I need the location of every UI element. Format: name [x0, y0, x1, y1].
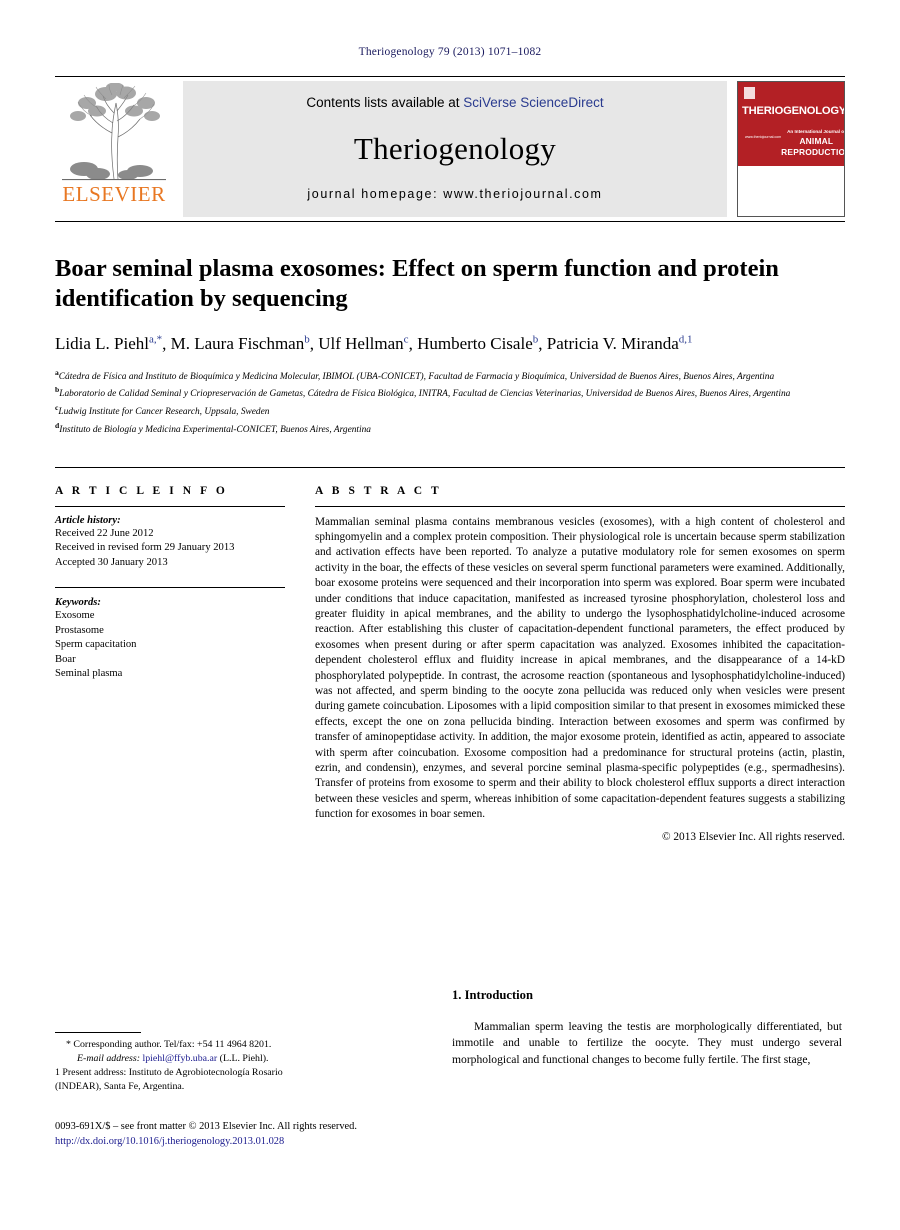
cover-subtitle: An International Journal of ANIMAL REPRO… — [781, 129, 845, 158]
introduction-section: 1. Introduction Mammalian sperm leaving … — [452, 988, 842, 1068]
cover-elsevier-mark-icon — [744, 87, 755, 99]
cover-subtitle-reproduction: REPRODUCTION — [781, 147, 845, 158]
contents-available-line: Contents lists available at SciVerse Sci… — [306, 95, 603, 110]
keyword-item[interactable]: Prostasome — [55, 624, 285, 639]
introduction-heading: 1. Introduction — [452, 988, 533, 1002]
affiliation-list: aCátedra de Física and Instituto de Bioq… — [55, 367, 845, 438]
author-entry[interactable]: Patricia V. Mirandad,1 — [546, 333, 693, 354]
front-matter-line: 0093-691X/$ – see front matter © 2013 El… — [55, 1121, 357, 1132]
abstract-heading: A B S T R A C T — [315, 484, 442, 497]
keywords-label: Keywords: — [55, 597, 101, 608]
elsevier-wordmark: ELSEVIER — [62, 182, 166, 206]
affiliation-item: dInstituto de Biología y Medicina Experi… — [55, 420, 845, 438]
journal-article-page: Theriogenology 79 (2013) 1071–1082 ELSEV… — [0, 0, 900, 1230]
author-affiliation-marks: b — [532, 333, 539, 346]
elsevier-tree-icon — [62, 83, 166, 183]
masthead-center: Contents lists available at SciVerse Sci… — [183, 81, 727, 217]
cover-red-band: THERIOGENOLOGY www.theriojournal.com An … — [738, 82, 844, 166]
keyword-item[interactable]: Exosome — [55, 609, 285, 624]
affiliation-text: Laboratorio de Calidad Seminal y Criopre… — [59, 389, 791, 400]
abstract-copyright: © 2013 Elsevier Inc. All rights reserved… — [661, 830, 845, 843]
affiliation-text: Cátedra de Física and Instituto de Bioqu… — [58, 371, 775, 382]
author-entry[interactable]: Ulf Hellmanc — [318, 333, 409, 354]
affiliation-item: cLudwig Institute for Cancer Research, U… — [55, 402, 845, 420]
abstract-text: Mammalian seminal plasma contains membra… — [315, 515, 845, 821]
author-name: Humberto Cisale — [417, 334, 533, 354]
cover-white-area — [738, 165, 844, 216]
article-info-heading: A R T I C L E I N F O — [55, 484, 228, 497]
article-history-revised: Received in revised form 29 January 2013 — [55, 542, 235, 553]
article-info-column: A R T I C L E I N F O Article history: R… — [55, 485, 303, 843]
article-history-label: Article history: — [55, 514, 121, 526]
email-label: E-mail address: — [77, 1053, 140, 1065]
doi-link[interactable]: http://dx.doi.org/10.1016/j.theriogenolo… — [55, 1135, 357, 1150]
footnotes: * Corresponding author. Tel/fax: +54 11 … — [55, 1032, 313, 1094]
email-owner: (L.L. Piehl). — [219, 1053, 269, 1065]
introduction-text: Mammalian sperm leaving the testis are m… — [452, 1020, 842, 1066]
journal-masthead: ELSEVIER Contents lists available at Sci… — [55, 76, 845, 222]
article-title: Boar seminal plasma exosomes: Effect on … — [55, 255, 779, 312]
author-name: Lidia L. Piehl — [55, 334, 149, 354]
cover-journal-title: THERIOGENOLOGY — [742, 105, 845, 117]
email-address-link[interactable]: lpiehl@ffyb.uba.ar — [142, 1053, 217, 1064]
author-affiliation-marks: b — [304, 333, 310, 346]
keywords-block: Keywords: Exosome Prostasome Sperm capac… — [55, 587, 285, 682]
footnote-present-address: 1 Present address: Instituto de Agrobiot… — [55, 1067, 283, 1093]
legal-block: 0093-691X/$ – see front matter © 2013 El… — [55, 1120, 357, 1150]
elsevier-logo: ELSEVIER — [55, 81, 173, 217]
author-name: Patricia V. Miranda — [546, 334, 679, 354]
affiliation-text: Ludwig Institute for Cancer Research, Up… — [58, 407, 270, 418]
divider — [315, 505, 845, 507]
journal-cover-thumbnail: THERIOGENOLOGY www.theriojournal.com An … — [737, 81, 845, 217]
cover-url: www.theriojournal.com — [745, 135, 782, 139]
footnote-email: E-mail address: lpiehl@ffyb.uba.ar (L.L.… — [55, 1052, 313, 1066]
affiliation-item: aCátedra de Física and Instituto de Bioq… — [55, 367, 845, 385]
author-entry[interactable]: Lidia L. Piehla,* — [55, 333, 163, 354]
divider — [55, 505, 285, 507]
author-entry[interactable]: Humberto Cisaleb — [417, 333, 539, 354]
info-abstract-columns: A R T I C L E I N F O Article history: R… — [55, 466, 845, 843]
affiliation-item: bLaboratorio de Calidad Seminal y Criopr… — [55, 384, 845, 402]
sciencedirect-link[interactable]: SciVerse ScienceDirect — [463, 95, 603, 110]
footnote-corresponding-author: * Corresponding author. Tel/fax: +54 11 … — [66, 1039, 272, 1050]
author-name: M. Laura Fischman — [170, 334, 305, 354]
author-list: Lidia L. Piehla,*, M. Laura Fischmanb, U… — [55, 333, 693, 354]
abstract-column: A B S T R A C T Mammalian seminal plasma… — [303, 485, 845, 843]
author-affiliation-marks: a,* — [148, 333, 163, 346]
journal-name: Theriogenology — [353, 130, 557, 166]
author-entry[interactable]: M. Laura Fischmanb — [170, 333, 310, 354]
journal-homepage-link[interactable]: journal homepage: www.theriojournal.com — [307, 187, 602, 201]
cover-subtitle-animal: ANIMAL — [799, 135, 834, 146]
author-affiliation-marks: c — [403, 333, 409, 346]
keyword-item[interactable]: Seminal plasma — [55, 667, 285, 682]
affiliation-text: Instituto de Biología y Medicina Experim… — [59, 424, 371, 435]
article-history-accepted: Accepted 30 January 2013 — [55, 556, 168, 568]
article-history-received: Received 22 June 2012 — [55, 527, 154, 539]
cover-subtitle-small: An International Journal of — [787, 129, 845, 134]
keyword-item[interactable]: Boar — [55, 653, 285, 668]
keyword-item[interactable]: Sperm capacitation — [55, 638, 285, 653]
author-affiliation-marks: d,1 — [678, 333, 693, 346]
footnote-divider — [55, 1032, 141, 1033]
author-name: Ulf Hellman — [318, 334, 404, 354]
running-head: Theriogenology 79 (2013) 1071–1082 — [358, 46, 542, 58]
cover-subtitle-row: www.theriojournal.com An International J… — [742, 129, 844, 158]
contents-prefix: Contents lists available at — [306, 95, 464, 110]
